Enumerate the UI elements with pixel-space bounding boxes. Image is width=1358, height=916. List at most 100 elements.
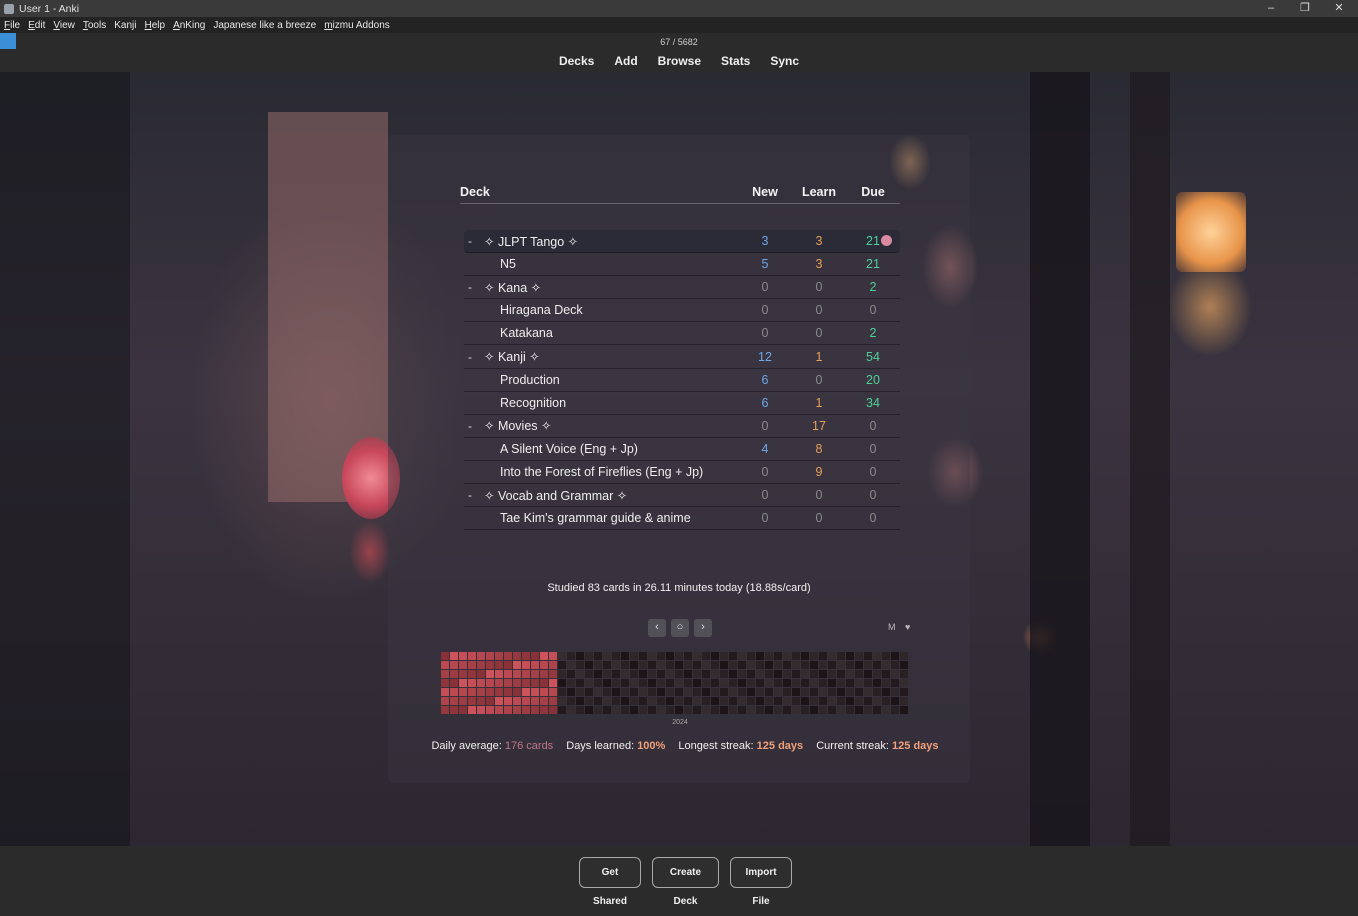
heatmap-cell[interactable] [756,688,764,696]
heatmap-cell[interactable] [468,670,476,678]
heatmap-cell[interactable] [486,688,494,696]
heatmap-cell[interactable] [648,670,656,678]
deck-name[interactable]: N5 [480,257,738,271]
deck-options-gear-icon[interactable] [881,235,892,246]
deck-name[interactable]: ✧ Kanji ✧ [480,349,738,364]
heatmap-cell[interactable] [801,652,809,660]
minimize-button[interactable]: – [1254,0,1288,17]
heatmap-cell[interactable] [594,688,602,696]
heatmap-cell[interactable] [747,652,755,660]
heatmap-cell[interactable] [576,661,584,669]
heatmap-cell[interactable] [891,697,899,705]
menu-item-5[interactable]: Help [144,20,165,31]
heatmap-cell[interactable] [900,670,908,678]
heatmap-cell[interactable] [531,697,539,705]
heatmap-cell[interactable] [783,679,791,687]
heatmap-cell[interactable] [801,661,809,669]
heatmap-cell[interactable] [837,670,845,678]
heatmap-prev-button[interactable]: ‹ [648,619,666,637]
collapse-toggle[interactable]: - [468,419,480,433]
heatmap-cell[interactable] [603,670,611,678]
heatmap-cell[interactable] [819,661,827,669]
heatmap-cell[interactable] [855,652,863,660]
heatmap-cell[interactable] [549,706,557,714]
heatmap-cell[interactable] [675,661,683,669]
heatmap-cell[interactable] [459,679,467,687]
deck-row[interactable]: - ✧ Kanji ✧ 12 1 54 [464,346,900,369]
heatmap-cell[interactable] [576,706,584,714]
heatmap-cell[interactable] [513,706,521,714]
heatmap-cell[interactable] [900,652,908,660]
heatmap-cell[interactable] [666,697,674,705]
menu-item-3[interactable]: Tools [83,20,106,31]
heatmap-cell[interactable] [648,697,656,705]
menu-item-6[interactable]: AnKing [173,20,205,31]
nav-browse[interactable]: Browse [658,54,701,68]
heatmap-cell[interactable] [648,661,656,669]
heatmap-cell[interactable] [495,697,503,705]
heatmap-cell[interactable] [450,697,458,705]
heatmap-cell[interactable] [810,697,818,705]
heatmap-cell[interactable] [882,679,890,687]
heatmap-cell[interactable] [585,706,593,714]
heatmap-cell[interactable] [513,679,521,687]
nav-stats[interactable]: Stats [721,54,750,68]
heatmap-cell[interactable] [612,706,620,714]
heatmap-cell[interactable] [450,652,458,660]
heatmap-cell[interactable] [621,697,629,705]
heatmap-cell[interactable] [873,679,881,687]
heatmap-cell[interactable] [585,652,593,660]
heatmap-cell[interactable] [657,706,665,714]
heatmap-cell[interactable] [639,652,647,660]
heatmap-cell[interactable] [522,697,530,705]
heatmap-cell[interactable] [819,679,827,687]
heatmap-cell[interactable] [810,661,818,669]
heatmap-cell[interactable] [792,688,800,696]
heatmap-cell[interactable] [855,697,863,705]
heatmap-cell[interactable] [603,661,611,669]
heatmap-cell[interactable] [576,652,584,660]
collapse-toggle[interactable]: - [468,280,480,294]
heatmap-cell[interactable] [900,697,908,705]
heatmap-cell[interactable] [522,688,530,696]
heatmap-cell[interactable] [567,706,575,714]
deck-name[interactable]: Into the Forest of Fireflies (Eng + Jp) [480,465,738,479]
heatmap-cell[interactable] [630,679,638,687]
heatmap-cell[interactable] [468,661,476,669]
heatmap-cell[interactable] [783,697,791,705]
heatmap-cell[interactable] [657,661,665,669]
heatmap-cell[interactable] [720,697,728,705]
heatmap-cell[interactable] [711,679,719,687]
heatmap-cell[interactable] [567,661,575,669]
heatmap-cell[interactable] [882,661,890,669]
heatmap-cell[interactable] [594,697,602,705]
heatmap-cell[interactable] [540,688,548,696]
heatmap-cell[interactable] [846,670,854,678]
heatmap-mode-icon[interactable]: M [888,622,896,632]
deck-row[interactable]: N5 5 3 21 [464,253,900,277]
get-shared-button[interactable]: Get Shared [579,857,641,907]
heatmap-cell[interactable] [693,661,701,669]
heatmap-cell[interactable] [747,697,755,705]
deck-row[interactable]: Into the Forest of Fireflies (Eng + Jp) 0… [464,461,900,484]
heatmap-cell[interactable] [594,679,602,687]
heatmap-cell[interactable] [882,652,890,660]
heatmap-cell[interactable] [702,652,710,660]
heatmap-cell[interactable] [828,688,836,696]
heatmap-cell[interactable] [558,652,566,660]
heatmap-cell[interactable] [513,670,521,678]
heatmap-cell[interactable] [639,670,647,678]
heatmap-cell[interactable] [441,652,449,660]
heatmap-cell[interactable] [504,697,512,705]
heatmap-cell[interactable] [846,688,854,696]
heatmap-cell[interactable] [513,652,521,660]
heatmap-cell[interactable] [702,706,710,714]
heatmap-cell[interactable] [756,652,764,660]
heatmap-cell[interactable] [630,706,638,714]
heatmap-cell[interactable] [558,661,566,669]
heatmap-cell[interactable] [630,697,638,705]
heatmap-cell[interactable] [657,670,665,678]
heatmap-cell[interactable] [630,688,638,696]
heatmap-cell[interactable] [720,652,728,660]
heatmap-cell[interactable] [702,697,710,705]
